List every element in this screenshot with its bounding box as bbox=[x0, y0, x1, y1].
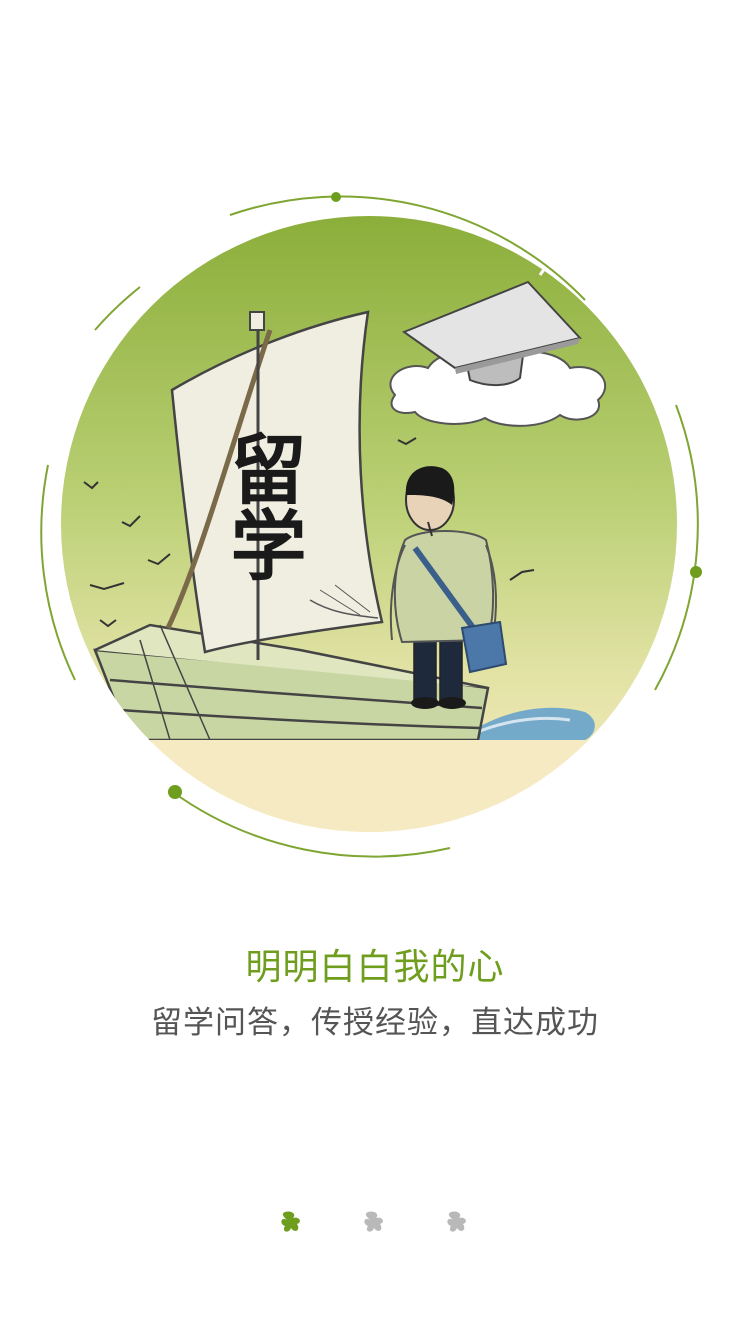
ring-dot-right bbox=[690, 566, 702, 578]
study-abroad-illustration: 留学 bbox=[40, 192, 702, 858]
page-dot-3[interactable] bbox=[437, 1200, 481, 1244]
leaf-dot-icon bbox=[281, 1211, 300, 1232]
ring-dot-top bbox=[331, 192, 341, 202]
sail-text: 留学 bbox=[218, 430, 307, 582]
page-dot-2[interactable] bbox=[354, 1200, 398, 1244]
leaf-dot-icon bbox=[364, 1211, 383, 1232]
page-subtitle: 留学问答，传授经验，直达成功 bbox=[151, 1005, 599, 1041]
ring-dot-bottom bbox=[168, 785, 182, 799]
leaf-dot-icon bbox=[447, 1211, 466, 1232]
page-dot-1[interactable] bbox=[271, 1200, 315, 1244]
page-title: 明明白白我的心 bbox=[245, 947, 505, 988]
page-indicator bbox=[0, 1200, 750, 1244]
